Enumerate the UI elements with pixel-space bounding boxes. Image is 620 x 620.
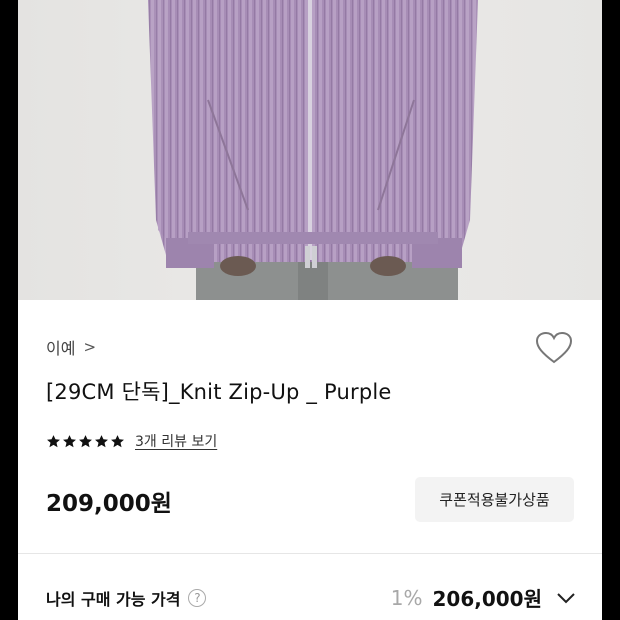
review-link[interactable]: 3개 리뷰 보기	[135, 431, 217, 451]
product-detail-screen: 이예 > [29CM 단독]_Knit Zip-Up _ Purple 3개 리…	[18, 0, 602, 620]
product-price: 209,000원	[46, 491, 172, 517]
chevron-down-icon[interactable]	[556, 592, 576, 604]
star-icon	[111, 434, 124, 447]
wishlist-heart-icon[interactable]	[534, 330, 574, 366]
rating-stars	[46, 434, 125, 449]
sweater-photo-illustration	[148, 0, 478, 300]
help-question-icon[interactable]: ?	[188, 588, 207, 607]
discount-rate: 1%	[390, 585, 423, 610]
product-title: [29CM 단독]_Knit Zip-Up _ Purple	[46, 380, 392, 404]
brand-name: 이예	[46, 339, 76, 358]
divider	[18, 553, 602, 554]
product-image[interactable]	[18, 0, 602, 300]
brand-link[interactable]: 이예 >	[46, 335, 96, 359]
star-icon	[47, 434, 60, 447]
coupon-unavailable-button[interactable]: 쿠폰적용불가상품	[415, 477, 574, 522]
purchase-price-label: 나의 구매 가능 가격	[46, 589, 181, 609]
star-icon	[79, 434, 92, 447]
chevron-right-icon: >	[83, 338, 97, 356]
rating-row: 3개 리뷰 보기	[46, 431, 217, 451]
star-icon	[63, 434, 76, 447]
final-price: 206,000원	[432, 587, 543, 611]
star-icon	[95, 434, 108, 447]
purchase-price-row[interactable]: 나의 구매 가능 가격 ? 1% 206,000원	[46, 583, 576, 612]
